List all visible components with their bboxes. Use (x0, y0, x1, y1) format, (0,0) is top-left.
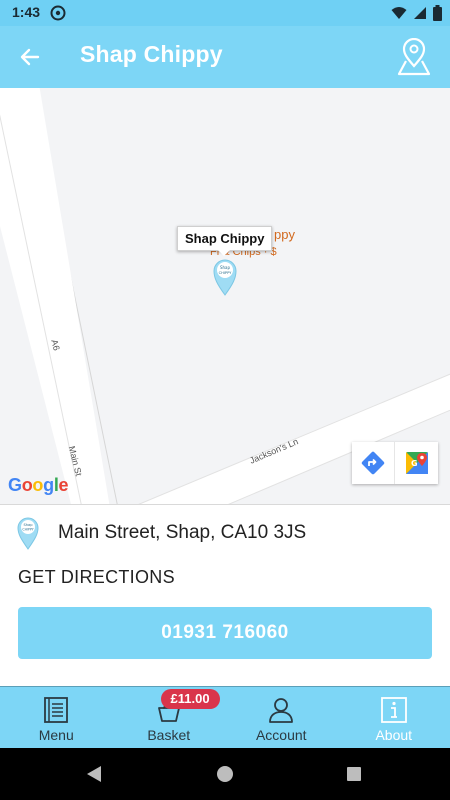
shop-marker-icon[interactable]: Shap CHIPPY (212, 258, 238, 296)
svg-text:CHIPPY: CHIPPY (22, 528, 33, 532)
status-icons (391, 4, 442, 22)
shop-details: Shap CHIPPY Main Street, Shap, CA10 3JS … (0, 504, 450, 686)
page-title: Shap Chippy (80, 41, 223, 67)
nav-label-menu: Menu (38, 727, 74, 743)
svg-text:Shap: Shap (220, 265, 231, 270)
bottom-nav: Menu Basket £11.00 Account About (0, 686, 450, 748)
system-home-button[interactable] (213, 762, 237, 786)
google-logo: Google (8, 475, 69, 495)
app-bar: Shap Chippy (0, 26, 450, 88)
svg-text:G: G (411, 459, 418, 468)
map-view[interactable]: A6 Main St Jackson's Ln ppy Fi & Chips ·… (0, 88, 450, 504)
system-back-button[interactable] (82, 762, 106, 786)
nav-item-menu[interactable]: Menu (0, 687, 113, 748)
signal-icon (414, 7, 426, 19)
triangle-back-icon (87, 766, 101, 782)
map-toolbar: G (352, 442, 438, 484)
info-icon (379, 695, 409, 725)
info-window-tail (218, 250, 230, 256)
directions-icon (361, 451, 385, 475)
status-time: 1:43 (12, 4, 41, 20)
battery-icon (433, 5, 442, 21)
system-nav-bar (0, 748, 450, 800)
nav-item-account[interactable]: Account (225, 687, 338, 748)
back-button[interactable] (12, 39, 48, 75)
menu-book-icon (41, 695, 71, 725)
get-directions-link[interactable]: GET DIRECTIONS (18, 567, 175, 588)
system-recents-button[interactable] (342, 762, 366, 786)
location-marker-icon: Shap CHIPPY (17, 517, 39, 550)
nav-label-basket: Basket (147, 727, 191, 743)
circle-home-icon (217, 766, 233, 782)
basket-total-badge: £11.00 (160, 689, 220, 709)
map-pin-icon (397, 38, 431, 76)
nav-item-basket[interactable]: Basket £11.00 (113, 687, 226, 748)
status-bar: 1:43 (0, 0, 450, 26)
at-icon (50, 5, 66, 21)
nav-item-about[interactable]: About (338, 687, 450, 748)
call-phone-button[interactable]: 01931 716060 (18, 607, 432, 659)
marker-info-window[interactable]: Shap Chippy (177, 226, 273, 251)
svg-text:Shap: Shap (23, 523, 33, 527)
svg-text:CHIPPY: CHIPPY (219, 271, 233, 275)
account-icon (266, 695, 296, 725)
wifi-icon (391, 7, 407, 19)
nav-label-about: About (375, 727, 413, 743)
address-row: Shap CHIPPY Main Street, Shap, CA10 3JS (16, 515, 306, 551)
nav-label-account: Account (255, 727, 307, 743)
address-text: Main Street, Shap, CA10 3JS (58, 522, 307, 543)
directions-button[interactable] (352, 442, 395, 484)
arrow-back-icon (20, 48, 40, 66)
square-recents-icon (347, 767, 361, 781)
location-button[interactable] (392, 35, 436, 79)
open-in-maps-button[interactable]: G (395, 442, 438, 484)
google-maps-icon: G (405, 452, 428, 474)
